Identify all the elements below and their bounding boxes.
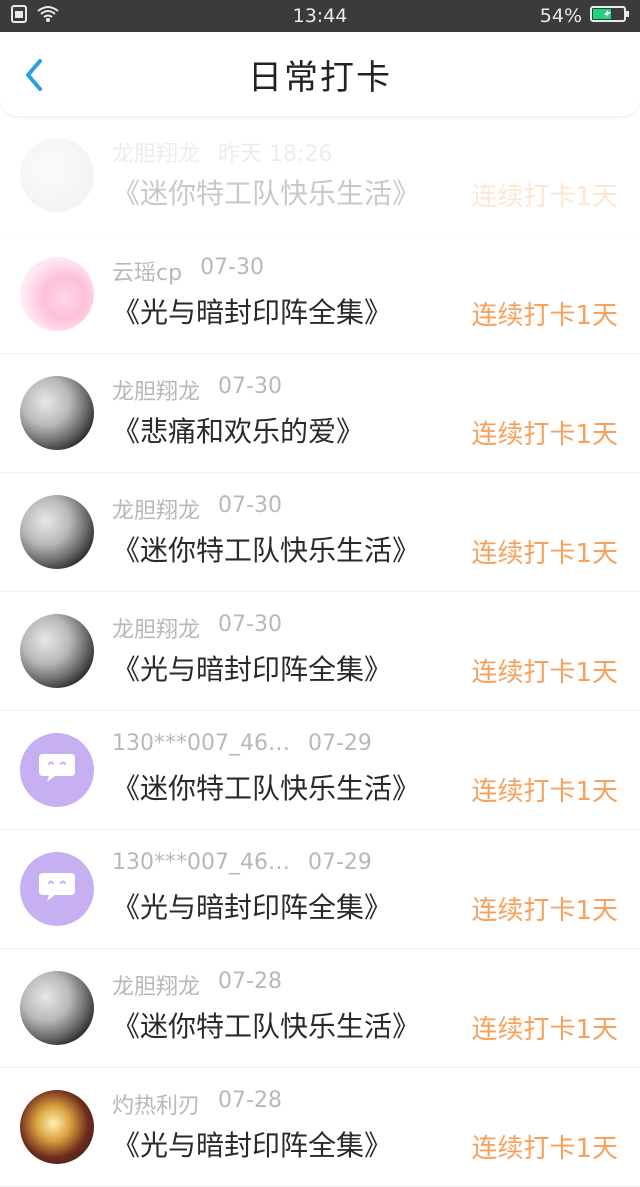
book-title: 《迷你特工队快乐生活》	[112, 177, 421, 210]
streak-label: 连续打卡1天	[471, 1134, 618, 1164]
avatar	[20, 733, 94, 807]
meta-line: 130***007_46… 07-29	[112, 731, 372, 756]
checkin-item[interactable]: 龙胆翔龙 07-30 《光与暗封印阵全集》 连续打卡1天	[0, 592, 640, 711]
streak-label: 连续打卡1天	[471, 301, 618, 331]
checkin-item[interactable]: 云瑶cp 07-30 《光与暗封印阵全集》 连续打卡1天	[0, 235, 640, 354]
user-name: 云瑶cp	[112, 261, 183, 286]
back-button[interactable]	[18, 58, 52, 96]
streak-label: 连续打卡1天	[471, 777, 618, 807]
checkin-date: 07-29	[307, 850, 372, 875]
checkin-date: 07-30	[218, 612, 282, 637]
checkin-date: 07-28	[218, 1088, 282, 1113]
book-title: 《迷你特工队快乐生活》	[112, 1010, 421, 1043]
streak-label: 连续打卡1天	[471, 1015, 618, 1045]
chevron-left-icon	[21, 58, 49, 96]
checkin-item[interactable]: 130***007_46… 07-29 《光与暗封印阵全集》 连续打卡1天	[0, 830, 640, 949]
wifi-icon	[36, 5, 60, 28]
top-navigation: 日常打卡	[0, 32, 640, 117]
book-title: 《迷你特工队快乐生活》	[112, 772, 421, 805]
checkin-item[interactable]: 龙胆翔龙 07-28 《迷你特工队快乐生活》 连续打卡1天	[0, 949, 640, 1068]
meta-line: 云瑶cp 07-30	[112, 255, 264, 287]
chat-bubble-icon	[35, 748, 79, 792]
sim-icon	[10, 4, 28, 28]
avatar	[20, 1090, 94, 1164]
checkin-item[interactable]: 龙胆翔龙 07-30 《迷你特工队快乐生活》 连续打卡1天	[0, 473, 640, 592]
avatar	[20, 852, 94, 926]
book-title: 《光与暗封印阵全集》	[112, 1129, 393, 1162]
user-name: 龙胆翔龙	[112, 975, 201, 1000]
user-name: 龙胆翔龙	[112, 618, 201, 643]
checkin-date: 07-28	[218, 969, 282, 994]
streak-label: 连续打卡1天	[471, 182, 618, 212]
chat-bubble-icon	[35, 867, 79, 911]
user-name: 龙胆翔龙	[112, 380, 201, 405]
meta-line: 龙胆翔龙 07-28	[112, 969, 282, 1001]
checkin-item[interactable]: 灼热利刃 07-28 《光与暗封印阵全集》 连续打卡1天	[0, 1068, 640, 1187]
user-name: 130***007_46…	[112, 731, 290, 756]
streak-label: 连续打卡1天	[471, 658, 618, 688]
checkin-list: 龙胆翔龙 昨天 18:26 《迷你特工队快乐生活》 连续打卡1天 云瑶cp 07…	[0, 116, 640, 1187]
book-title: 《迷你特工队快乐生活》	[112, 534, 421, 567]
status-left	[10, 4, 60, 28]
avatar	[20, 971, 94, 1045]
checkin-date: 07-30	[218, 493, 282, 518]
streak-label: 连续打卡1天	[471, 896, 618, 926]
book-title: 《悲痛和欢乐的爱》	[112, 415, 365, 448]
checkin-date: 07-29	[307, 731, 372, 756]
user-name: 130***007_46…	[112, 850, 290, 875]
meta-line: 130***007_46… 07-29	[112, 850, 372, 875]
book-title: 《光与暗封印阵全集》	[112, 296, 393, 329]
avatar	[20, 614, 94, 688]
battery-icon	[590, 4, 630, 29]
avatar	[20, 376, 94, 450]
checkin-item[interactable]: 龙胆翔龙 07-30 《悲痛和欢乐的爱》 连续打卡1天	[0, 354, 640, 473]
status-bar: 13:44 54%	[0, 0, 640, 32]
user-name: 龙胆翔龙	[112, 142, 201, 167]
status-right: 54%	[540, 4, 630, 29]
meta-line: 灼热利刃 07-28	[112, 1088, 282, 1120]
user-name: 灼热利刃	[112, 1094, 201, 1119]
book-title: 《光与暗封印阵全集》	[112, 891, 393, 924]
checkin-item[interactable]: 130***007_46… 07-29 《迷你特工队快乐生活》 连续打卡1天	[0, 711, 640, 830]
meta-line: 龙胆翔龙 昨天 18:26	[112, 136, 332, 168]
page-title: 日常打卡	[248, 57, 392, 98]
meta-line: 龙胆翔龙 07-30	[112, 612, 282, 644]
avatar	[20, 495, 94, 569]
meta-line: 龙胆翔龙 07-30	[112, 493, 282, 525]
user-name: 龙胆翔龙	[112, 499, 201, 524]
meta-line: 龙胆翔龙 07-30	[112, 374, 282, 406]
avatar	[20, 138, 94, 212]
checkin-item[interactable]: 龙胆翔龙 昨天 18:26 《迷你特工队快乐生活》 连续打卡1天	[0, 116, 640, 235]
battery-percent: 54%	[539, 5, 582, 27]
checkin-date: 昨天 18:26	[218, 142, 333, 167]
book-title: 《光与暗封印阵全集》	[112, 653, 393, 686]
checkin-date: 07-30	[218, 374, 282, 399]
avatar	[20, 257, 94, 331]
streak-label: 连续打卡1天	[471, 420, 618, 450]
streak-label: 连续打卡1天	[471, 539, 618, 569]
checkin-date: 07-30	[200, 255, 264, 280]
